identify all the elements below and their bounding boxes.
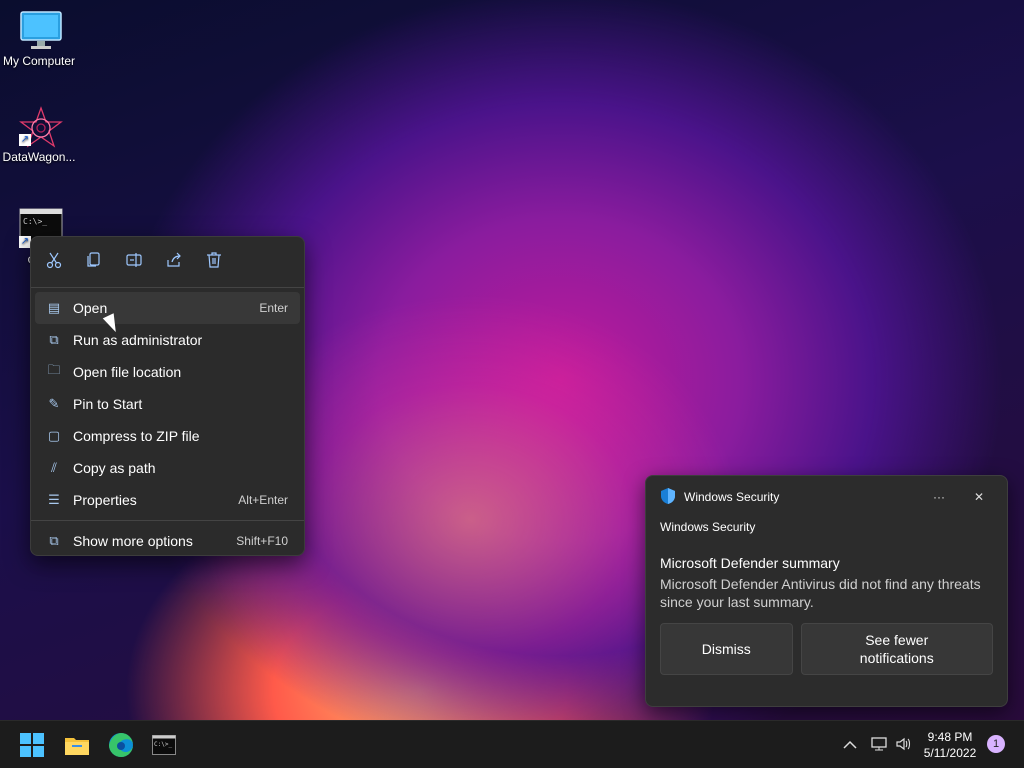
clock-date: 5/11/2022 — [923, 746, 977, 760]
properties-icon: ☰ — [48, 492, 60, 507]
menu-item-label: Copy as path — [73, 460, 156, 476]
start-button[interactable] — [16, 729, 48, 761]
desktop-icon-label: DataWagon... — [2, 150, 76, 164]
shortcut-arrow-icon: ↗ — [19, 134, 31, 146]
menu-item-label: Open — [73, 300, 108, 316]
datawagon-app-icon: ↗ — [19, 106, 63, 148]
menu-item-label: Properties — [73, 492, 137, 508]
menu-item-properties[interactable]: ☰ Properties Alt+Enter — [35, 484, 300, 516]
menu-item-label: Compress to ZIP file — [73, 428, 200, 444]
trash-icon[interactable] — [205, 251, 223, 269]
dismiss-button[interactable]: Dismiss — [660, 623, 793, 675]
rename-icon[interactable] — [125, 251, 143, 269]
file-explorer-button[interactable] — [61, 729, 93, 761]
menu-divider — [31, 287, 304, 288]
scissors-icon[interactable] — [45, 251, 63, 269]
menu-item-pin-to-start[interactable]: ✎ Pin to Start — [35, 388, 300, 420]
desktop-icon-label: My Computer — [2, 54, 76, 68]
open-icon: ▤ — [47, 300, 61, 315]
menu-item-label: Show more options — [73, 533, 193, 549]
menu-item-open[interactable]: ▤ Open Enter — [35, 292, 300, 324]
desktop-icon-my-computer[interactable]: My Computer — [0, 10, 78, 68]
windows-logo-icon — [20, 733, 44, 757]
menu-item-shortcut: Alt+Enter — [238, 493, 288, 507]
folder-icon — [65, 738, 89, 755]
system-tray — [840, 721, 916, 768]
close-button[interactable]: ✕ — [965, 490, 993, 504]
share-icon[interactable] — [165, 251, 183, 269]
menu-item-shortcut: Shift+F10 — [236, 534, 288, 548]
menu-item-run-as-administrator[interactable]: ⧉ Run as administrator — [35, 324, 300, 356]
path-icon: ⫽ — [51, 460, 57, 475]
desktop-icon-datawagon[interactable]: ↗ DataWagon... — [0, 106, 78, 164]
menu-item-open-file-location[interactable]: 🗀 Open file location — [35, 356, 300, 388]
see-fewer-notifications-button[interactable]: See fewer notifications — [800, 623, 993, 675]
shield-icon — [660, 487, 676, 508]
menu-item-compress-zip[interactable]: ▢ Compress to ZIP file — [35, 420, 300, 452]
edge-button[interactable] — [105, 729, 137, 761]
notification-toast: Windows Security ··· ✕ Windows Security … — [645, 475, 1008, 707]
menu-item-label: Open file location — [73, 364, 182, 380]
network-icon[interactable] — [868, 736, 892, 755]
cmd-icon: C:\>_ — [152, 735, 176, 755]
context-menu-toolbar — [31, 237, 304, 283]
menu-item-copy-as-path[interactable]: ⫽ Copy as path — [35, 452, 300, 484]
notification-count-badge[interactable]: 1 — [987, 735, 1005, 753]
notification-heading: Microsoft Defender summary — [660, 555, 840, 571]
menu-divider — [31, 520, 304, 521]
svg-text:C:\>_: C:\>_ — [23, 217, 47, 226]
notification-actions: Dismiss See fewer notifications — [646, 623, 1007, 675]
notification-header: Windows Security ··· ✕ — [646, 476, 1007, 518]
edge-icon — [109, 733, 133, 758]
more-options-icon: ⧉ — [49, 533, 59, 548]
svg-text:C:\>_: C:\>_ — [154, 741, 172, 748]
folder-icon: 🗀 — [47, 362, 61, 377]
terminal-button[interactable]: C:\>_ — [148, 729, 180, 761]
notification-app-name: Windows Security — [684, 490, 780, 504]
menu-item-label: Run as administrator — [73, 332, 203, 348]
notification-subtitle: Windows Security — [660, 520, 756, 534]
zip-folder-icon: ▢ — [47, 428, 61, 443]
taskbar: C:\>_ 9:48 PM 5/11/2022 — [0, 720, 1024, 768]
context-menu: ▤ Open Enter ⧉ Run as administrator 🗀 Op… — [30, 236, 305, 556]
pin-icon: ✎ — [48, 396, 60, 411]
menu-item-show-more-options[interactable]: ⧉ Show more options Shift+F10 — [35, 525, 300, 557]
monitor-icon — [19, 10, 62, 50]
copy-icon[interactable] — [85, 251, 103, 269]
volume-icon[interactable] — [892, 736, 916, 755]
menu-item-shortcut: Enter — [259, 301, 288, 315]
shield-window-icon: ⧉ — [49, 332, 59, 347]
chevron-up-icon[interactable] — [840, 737, 860, 753]
menu-item-label: Pin to Start — [73, 396, 143, 412]
notification-body: Microsoft Defender Antivirus did not fin… — [660, 576, 981, 610]
taskbar-clock[interactable]: 9:48 PM 5/11/2022 — [920, 729, 980, 761]
more-options-button[interactable]: ··· — [925, 490, 953, 504]
clock-time: 9:48 PM — [927, 730, 973, 744]
